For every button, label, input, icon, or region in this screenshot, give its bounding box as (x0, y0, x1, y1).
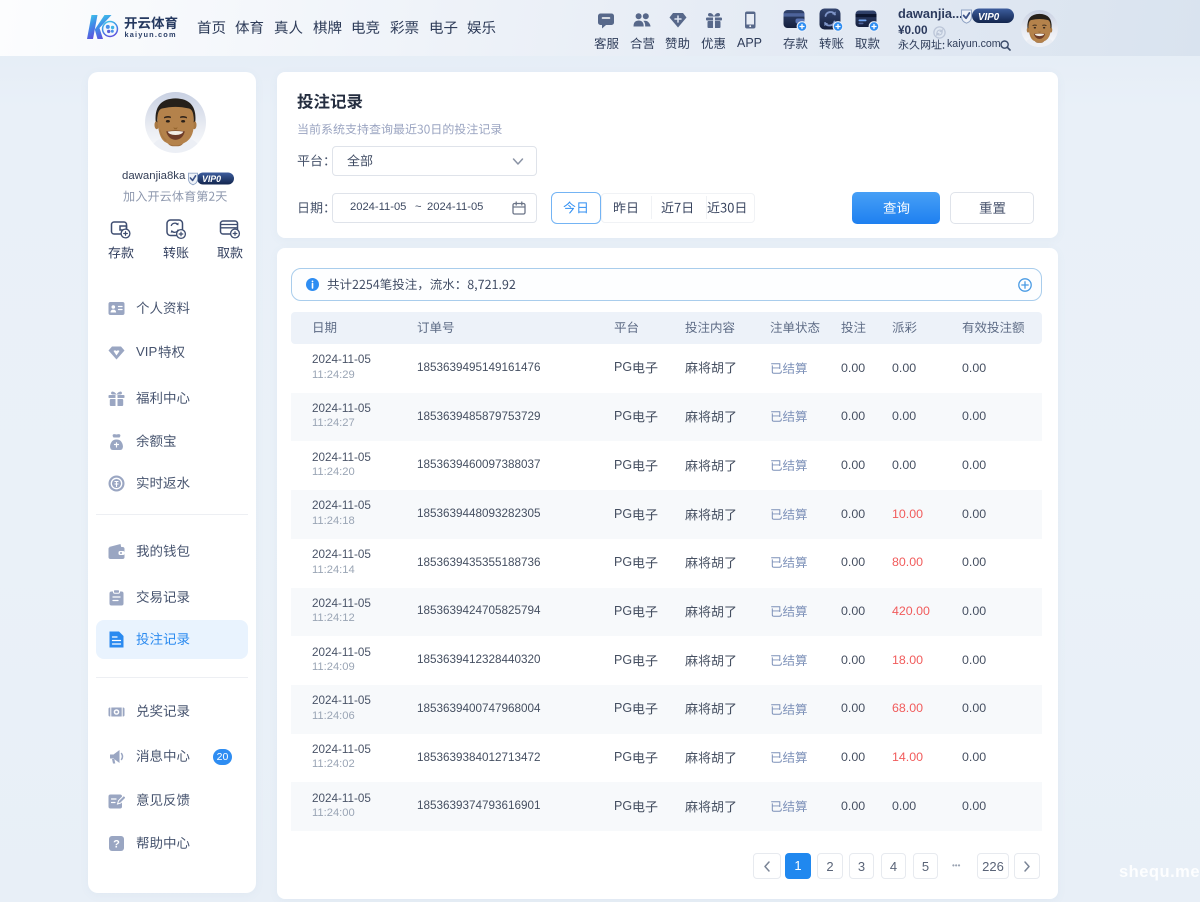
svg-text:?: ? (113, 839, 120, 851)
svg-text:VIP0: VIP0 (202, 174, 221, 184)
svg-text:VIP0: VIP0 (978, 12, 1000, 23)
